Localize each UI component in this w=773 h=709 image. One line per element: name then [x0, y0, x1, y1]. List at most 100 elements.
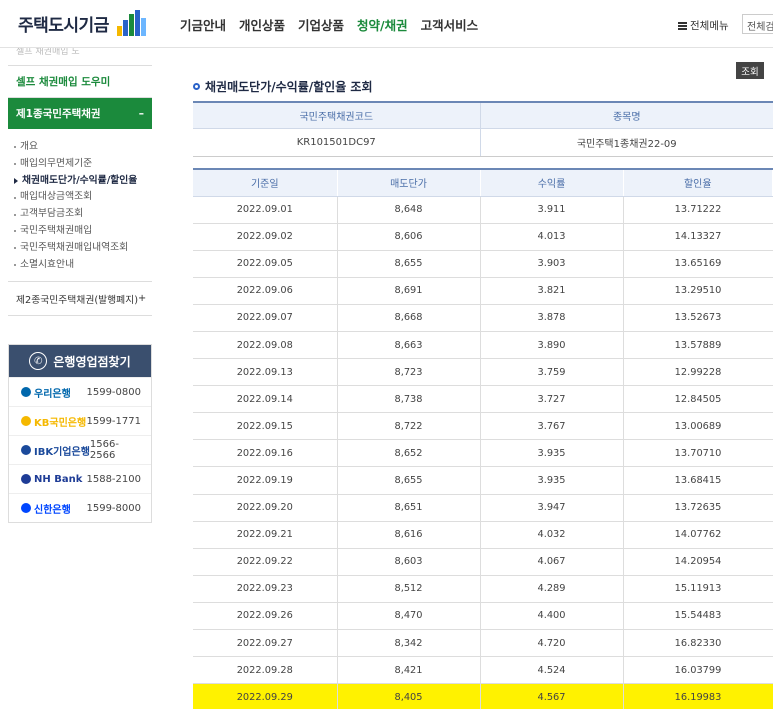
cell-date: 2022.09.21	[193, 521, 338, 549]
table-row: 2022.09.05 8,655 3.903 13.65169	[193, 250, 773, 278]
site-logo[interactable]: 주택도시기금	[18, 10, 153, 36]
bank-phone: 1566-2566	[89, 439, 119, 461]
cell-price: 8,651	[337, 494, 481, 522]
table-row: 2022.09.02 8,606 4.013 14.13327	[193, 223, 773, 251]
sidebar-subitem-label: 고객부담금조회	[20, 208, 84, 220]
sidebar-subitem-3[interactable]: 매입대상금액조회	[14, 189, 152, 206]
cell-discount: 12.84505	[623, 385, 773, 414]
bank-row[interactable]: NH Bank 1588-2100	[9, 464, 151, 493]
cell-price: 8,606	[337, 223, 481, 251]
sidebar-subitem-0[interactable]: 개요	[14, 139, 152, 156]
site-header: 주택도시기금 기금안내 개인상품 기업상품 청약/채권 고객서비스 전체메뉴 전체검	[0, 0, 773, 48]
nav-item-4[interactable]: 고객서비스	[421, 15, 479, 34]
sidebar-subitem-5[interactable]: 국민주택채권매입	[14, 223, 152, 240]
bank-name: IBK기업은행	[34, 446, 90, 458]
cell-yield: 3.727	[480, 385, 624, 414]
cell-date: 2022.09.02	[193, 223, 338, 251]
cell-yield: 3.759	[480, 358, 624, 387]
sidebar-subitem-6[interactable]: 국민주택채권매입내역조회	[14, 240, 152, 257]
bank-row[interactable]: 신한은행 1599-8000	[9, 493, 151, 522]
sidebar-cut-item[interactable]: 셀프 채권매입 도	[8, 48, 152, 66]
bank-logo: 신한은행	[21, 501, 71, 516]
cell-date: 2022.09.08	[193, 331, 338, 360]
sidebar-subitem-7[interactable]: 소멸시효안내	[14, 257, 152, 274]
cell-discount: 16.82330	[623, 629, 773, 658]
bullet-icon	[14, 213, 16, 216]
cell-date: 2022.09.01	[193, 196, 338, 224]
cell-discount: 16.03799	[623, 656, 773, 685]
bond-code-header: 국민주택채권코드	[193, 102, 481, 129]
cell-price: 8,342	[337, 629, 481, 658]
cell-yield: 4.013	[480, 223, 624, 251]
nav-item-1[interactable]: 개인상품	[239, 15, 285, 34]
bullet-icon	[14, 196, 16, 199]
cell-discount: 13.65169	[623, 250, 773, 278]
sidebar-section-type1[interactable]: 제1종국민주택채권 –	[8, 98, 152, 129]
title-bullet-icon	[193, 83, 200, 90]
sidebar-subitem-4[interactable]: 고객부담금조회	[14, 206, 152, 223]
bullet-icon	[14, 163, 16, 166]
main-nav: 기금안내 개인상품 기업상품 청약/채권 고객서비스	[180, 15, 478, 34]
sidebar-section-type2[interactable]: 제2종국민주택채권(발행폐지) +	[8, 282, 152, 317]
cell-price: 8,652	[337, 439, 481, 468]
table-row: 2022.09.15 8,722 3.767 13.00689	[193, 412, 773, 441]
col-date-header: 기준일	[193, 169, 338, 197]
nav-item-3[interactable]: 청약/채권	[357, 15, 408, 34]
cell-date: 2022.09.22	[193, 548, 338, 576]
bullet-icon	[14, 247, 16, 250]
sidebar-subitem-label: 채권매도단가/수익률/할인율	[22, 174, 138, 186]
table-row: 2022.09.20 8,651 3.947 13.72635	[193, 494, 773, 522]
cell-yield: 3.821	[480, 277, 624, 305]
bank-phone: 1599-1771	[86, 415, 141, 427]
cell-yield: 4.032	[480, 521, 624, 549]
bank-logo-icon	[21, 474, 31, 484]
sidebar-subitem-label: 국민주택채권매입내역조회	[20, 241, 129, 253]
bank-row[interactable]: KB국민은행 1599-1771	[9, 406, 151, 435]
cell-price: 8,603	[337, 548, 481, 576]
cell-discount: 14.20954	[623, 548, 773, 576]
cell-yield: 3.890	[480, 331, 624, 360]
table-row: 2022.09.23 8,512 4.289 15.11913	[193, 575, 773, 603]
bank-name: 신한은행	[34, 504, 71, 516]
bank-logo: KB국민은행	[21, 414, 86, 429]
cell-date: 2022.09.26	[193, 602, 338, 631]
nav-item-0[interactable]: 기금안내	[180, 15, 226, 34]
cell-date: 2022.09.15	[193, 412, 338, 441]
bank-finder: ✆ 은행영업점찾기 우리은행 1599-0800 KB국민은행 1599-1771 IB…	[8, 344, 152, 523]
rate-table: 기준일 매도단가 수익률 할인율 2022.09.01 8,648 3.911 13.…	[193, 168, 773, 709]
header-search-input[interactable]: 전체검	[742, 14, 773, 34]
cell-discount: 13.00689	[623, 412, 773, 441]
sidebar-submenu: 개요 매입의무면제기준 채권매도단가/수익률/할인율매입대상금액조회고객부담금조회국…	[8, 129, 152, 283]
cell-discount: 16.19983	[623, 683, 773, 709]
cell-yield: 3.878	[480, 304, 624, 332]
bank-finder-header[interactable]: ✆ 은행영업점찾기	[9, 345, 151, 377]
bank-row[interactable]: 우리은행 1599-0800	[9, 377, 151, 406]
bank-name: NH Bank	[34, 473, 83, 485]
col-price-header: 매도단가	[337, 169, 481, 197]
sidebar-subitem-2[interactable]: 채권매도단가/수익률/할인율	[14, 173, 152, 190]
col-yield-header: 수익률	[480, 169, 624, 197]
section-type2-title: 제2종국민주택채권(발행폐지)	[16, 294, 139, 306]
cell-date: 2022.09.29	[193, 683, 338, 709]
bank-logo-icon	[21, 387, 31, 397]
cell-yield: 4.400	[480, 602, 624, 631]
bond-name-value: 국민주택1종채권22-09	[480, 128, 773, 157]
cell-yield: 3.903	[480, 250, 624, 278]
inquiry-button[interactable]: 조회	[736, 62, 764, 79]
sidebar-subitem-1[interactable]: 매입의무면제기준	[14, 156, 152, 173]
all-menu-button[interactable]: 전체메뉴	[678, 18, 729, 33]
expand-icon: +	[138, 293, 147, 305]
bank-phone: 1599-0800	[86, 386, 141, 398]
sidebar: 셀프 채권매입 도 셀프 채권매입 도우미 제1종국민주택채권 – 개요 매입의무…	[8, 48, 152, 317]
table-row: 2022.09.26 8,470 4.400 15.54483	[193, 602, 773, 631]
bank-row[interactable]: IBK기업은행 1566-2566	[9, 435, 151, 464]
cell-yield: 4.289	[480, 575, 624, 603]
cell-yield: 3.911	[480, 196, 624, 224]
cell-date: 2022.09.27	[193, 629, 338, 658]
table-row: 2022.09.28 8,421 4.524 16.03799	[193, 656, 773, 685]
sidebar-self-bond-link[interactable]: 셀프 채권매입 도우미	[8, 66, 152, 98]
bank-logo: 우리은행	[21, 385, 71, 400]
table-row: 2022.09.27 8,342 4.720 16.82330	[193, 629, 773, 658]
nav-item-2[interactable]: 기업상품	[298, 15, 344, 34]
page-title: 채권매도단가/수익률/할인율 조회	[193, 78, 373, 95]
